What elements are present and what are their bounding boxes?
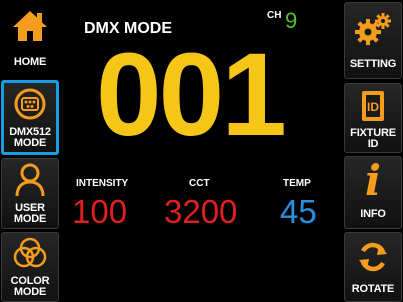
rotate-icon bbox=[345, 239, 401, 275]
rotate-label: ROTATE bbox=[351, 283, 395, 295]
fixture-id-label: FIXTURE ID bbox=[350, 127, 396, 150]
dmx-connector-icon bbox=[4, 86, 56, 122]
user-mode-button[interactable]: USER MODE bbox=[1, 158, 59, 229]
color-circles-icon bbox=[2, 235, 58, 271]
svg-text:ID: ID bbox=[367, 100, 379, 114]
info-label: INFO bbox=[360, 208, 386, 220]
setting-button[interactable]: SETTING bbox=[344, 2, 402, 79]
cct-value: 3200 bbox=[164, 193, 238, 230]
home-button[interactable]: HOME bbox=[1, 2, 59, 73]
main-panel: DMX MODE CH 9 001 INTENSITY 100 CCT 3200… bbox=[62, 0, 342, 302]
id-card-icon: ID bbox=[345, 88, 401, 124]
home-icon bbox=[2, 8, 58, 44]
right-sidebar: SETTING ID FIXTURE ID i INFO ROTATE bbox=[344, 0, 402, 302]
dmx512-mode-label: DMX512 MODE bbox=[9, 126, 51, 149]
gears-icon bbox=[345, 11, 401, 47]
intensity-value: 100 bbox=[72, 193, 128, 230]
intensity-label: INTENSITY bbox=[76, 178, 129, 189]
fixture-id-button[interactable]: ID FIXTURE ID bbox=[344, 83, 402, 153]
temp-label: TEMP bbox=[283, 178, 311, 189]
dmx-address-value[interactable]: 001 bbox=[96, 36, 287, 154]
home-label: HOME bbox=[13, 56, 47, 68]
temp-value: 45 bbox=[280, 193, 317, 230]
dmx512-mode-button[interactable]: DMX512 MODE bbox=[1, 80, 59, 155]
left-sidebar: HOME DMX512 MODE USER MODE COLOR MODE bbox=[1, 0, 59, 302]
user-mode-label: USER MODE bbox=[13, 202, 47, 225]
user-icon bbox=[2, 162, 58, 198]
color-mode-button[interactable]: COLOR MODE bbox=[1, 232, 59, 302]
info-button[interactable]: i INFO bbox=[344, 156, 402, 229]
color-mode-label: COLOR MODE bbox=[10, 275, 50, 298]
info-icon: i bbox=[365, 156, 381, 205]
cct-label: CCT bbox=[189, 178, 210, 189]
channel-label: CH bbox=[267, 10, 282, 21]
setting-label: SETTING bbox=[349, 58, 397, 70]
rotate-button[interactable]: ROTATE bbox=[344, 232, 402, 302]
channel-value: 9 bbox=[285, 8, 298, 33]
